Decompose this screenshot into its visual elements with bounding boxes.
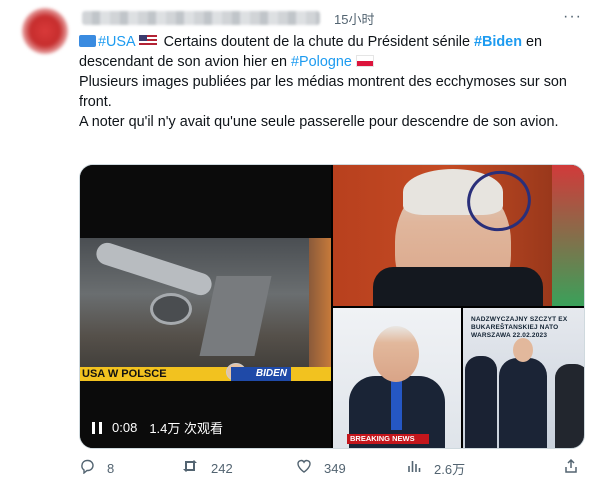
video-views: 1.4万 次观看 <box>149 421 223 436</box>
pause-icon[interactable] <box>92 421 102 434</box>
reply-count: 8 <box>107 460 115 476</box>
media-image-3[interactable]: NADZWYCZAJNY SZCZYT EX BUKAREŠTANSKIEJ N… <box>463 308 584 448</box>
media-grid: USA W POLSCE BIDEN 0:08 1.4万 次观看 BREAKIN… <box>79 164 585 449</box>
blue-square-icon <box>79 35 96 47</box>
share-icon <box>563 458 579 478</box>
retweet-count: 242 <box>211 460 233 476</box>
like-button[interactable]: 349 <box>296 458 406 478</box>
action-bar: 8 242 349 2.6万 <box>79 458 589 478</box>
person-right <box>555 364 584 448</box>
person-center <box>499 358 547 448</box>
face <box>373 326 419 382</box>
tweet-text-part: Certains doutent de la chute du Présiden… <box>159 34 474 50</box>
video-controls: 0:08 1.4万 次观看 <box>92 418 223 437</box>
media-image-1[interactable] <box>333 165 584 306</box>
views-button[interactable]: 2.6万 <box>406 458 516 478</box>
frame-edge <box>309 238 331 378</box>
person-left <box>465 356 497 448</box>
airplane-engine <box>150 293 192 325</box>
face <box>513 338 533 362</box>
background-flag <box>552 165 584 306</box>
tweet-time[interactable]: 15小时 <box>334 9 374 28</box>
hashtag-usa[interactable]: #USA <box>98 34 136 50</box>
video-time: 0:08 <box>112 420 138 435</box>
retweet-button[interactable]: 242 <box>181 458 291 478</box>
tweet-paragraph-2: Plusieurs images publiées par les médias… <box>79 74 567 110</box>
share-button[interactable] <box>563 458 579 478</box>
suit <box>373 267 543 306</box>
retweet-icon <box>181 458 199 478</box>
author-name-blurred[interactable] <box>82 11 320 25</box>
summit-backdrop-text: NADZWYCZAJNY SZCZYT EX BUKAREŠTANSKIEJ N… <box>471 316 568 339</box>
views-count: 2.6万 <box>434 461 466 477</box>
like-count: 349 <box>324 460 346 476</box>
bar-chart-icon <box>406 458 422 478</box>
airplane-wing <box>93 239 215 299</box>
tie <box>391 380 402 430</box>
reply-button[interactable]: 8 <box>79 458 179 478</box>
tweet-paragraph-3: A noter qu'il n'y avait qu'une seule pas… <box>79 114 559 130</box>
banner-name: BIDEN <box>231 367 291 381</box>
tweet-header: 15小时 ··· <box>82 8 582 28</box>
reply-icon <box>79 458 95 478</box>
banner-text: USA W POLSCE <box>82 368 167 380</box>
hashtag-biden[interactable]: #Biden <box>474 34 522 50</box>
video-frame <box>80 238 331 378</box>
media-image-2[interactable]: BREAKING NEWS <box>333 308 461 448</box>
poland-flag-icon <box>355 55 374 67</box>
video-player[interactable]: USA W POLSCE BIDEN 0:08 1.4万 次观看 <box>80 165 331 448</box>
us-flag-icon <box>138 35 157 47</box>
more-options-icon[interactable]: ··· <box>563 8 582 26</box>
tweet-text: #USA Certains doutent de la chute du Pré… <box>79 32 589 132</box>
avatar[interactable] <box>22 8 68 54</box>
breaking-news-banner: BREAKING NEWS <box>347 434 429 444</box>
news-banner: USA W POLSCE BIDEN <box>80 363 331 381</box>
hashtag-pologne[interactable]: #Pologne <box>291 54 352 70</box>
heart-icon <box>296 458 312 478</box>
